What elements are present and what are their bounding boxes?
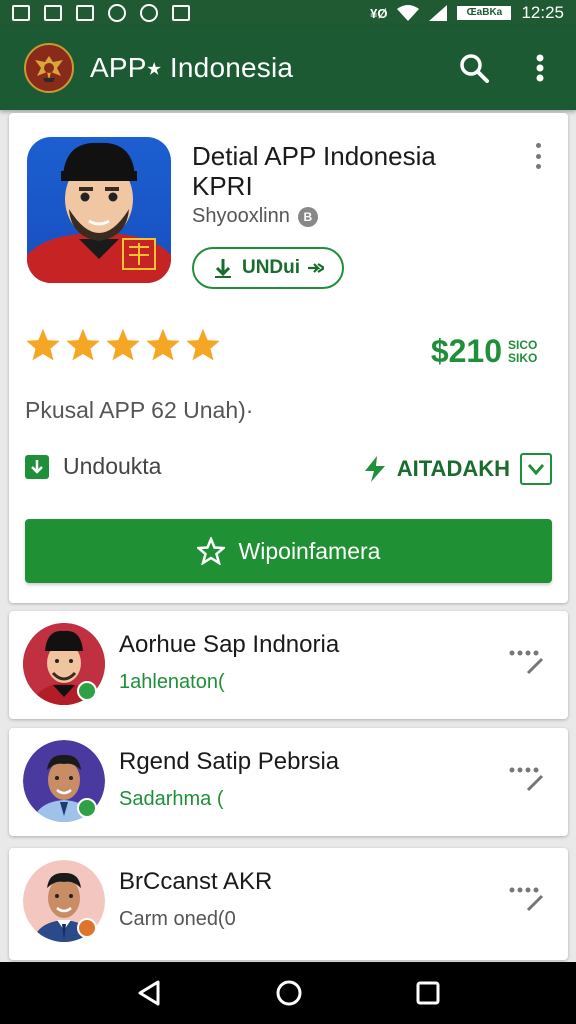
list-item-subtitle: 1ahlenaton( (119, 671, 225, 693)
edit-icon[interactable] (506, 878, 546, 918)
list-item-title: Rgend Satip Pebrsia (119, 748, 340, 775)
target-icon (108, 4, 126, 22)
app-icon (27, 137, 171, 283)
list-item[interactable]: Rgend Satip Pebrsia Sadarhma ( (9, 728, 568, 836)
bolt-icon (364, 456, 385, 482)
recents-icon[interactable] (416, 981, 440, 1005)
status-bar: ¥Ø ŒaBKa 12:25 (0, 0, 576, 26)
photo-icon (76, 5, 94, 21)
back-icon[interactable] (136, 979, 162, 1007)
category-tag-label: AITADAKH (396, 456, 510, 481)
signal-icon (429, 5, 448, 21)
system-nav-bar (0, 962, 576, 1024)
shield-icon (172, 5, 190, 21)
list-item[interactable]: Aorhue Sap Indnoria 1ahlenaton( (9, 611, 568, 719)
list-item-title: Aorhue Sap Indnoria (119, 631, 340, 658)
star-icon (26, 328, 60, 361)
whatsapp-icon (140, 4, 158, 22)
more-vert-icon[interactable] (522, 50, 558, 86)
edit-icon[interactable] (506, 641, 546, 681)
star-icon (106, 328, 140, 361)
primary-action-button[interactable]: Wipoinfamera (25, 519, 552, 583)
list-item-title: BrCcanst AKR (119, 868, 273, 895)
network-indicator: ¥Ø (370, 5, 388, 21)
download-pill-label: UNDui (241, 257, 301, 278)
download-pill-button[interactable]: UNDui (192, 247, 344, 289)
chevron-down-icon[interactable] (520, 453, 552, 485)
star-outline-icon (196, 537, 225, 565)
tablet-icon (44, 5, 62, 21)
download-row[interactable]: Undoukta (25, 453, 161, 480)
verified-badge-icon: B (297, 206, 318, 227)
more-vert-icon[interactable] (528, 143, 548, 169)
home-icon[interactable] (275, 979, 303, 1007)
app-detail-title: Detial APP Indonesia KPRI (192, 141, 436, 201)
list-item-subtitle: Sadarhma ( (119, 788, 224, 810)
status-notification-icons (12, 4, 190, 22)
star-icon (146, 328, 180, 361)
edit-icon[interactable] (506, 758, 546, 798)
download-label: Undoukta (63, 453, 162, 479)
status-badge (77, 798, 97, 818)
app-title: APP⭑ Indonesia (90, 51, 294, 83)
arrow-icon (308, 263, 325, 273)
download-arrow-icon (214, 259, 231, 278)
star-icon (66, 328, 100, 361)
rating-stars (25, 327, 221, 363)
status-badge (77, 681, 97, 701)
price-subtext: SICO SIKO (508, 337, 538, 365)
category-tag[interactable]: AITADAKH (363, 453, 552, 485)
wifi-icon (397, 5, 420, 21)
star-icon (186, 328, 220, 361)
app-detail-card: Detial APP Indonesia KPRI Shyooxlinn B U… (9, 113, 568, 603)
list-item-subtitle: Carm oned(0 (119, 908, 236, 930)
status-time: 12:25 (521, 3, 564, 22)
primary-action-label: Wipoinfamera (238, 537, 381, 564)
image-icon (12, 5, 30, 21)
price-display: $210 SICO SIKO (431, 333, 550, 370)
developer-row[interactable]: Shyooxlinn B (192, 205, 318, 228)
app-subtitle: Pkusal APP 62 Unah)· (25, 397, 254, 423)
app-bar: APP⭑ Indonesia (0, 26, 576, 110)
garuda-logo-icon (24, 43, 74, 93)
download-icon (25, 454, 49, 479)
battery-indicator: ŒaBKa (457, 6, 512, 20)
search-icon[interactable] (456, 50, 492, 86)
list-item[interactable]: BrCcanst AKR Carm oned(0 (9, 848, 568, 960)
developer-name: Shyooxlinn (192, 205, 290, 227)
price-value: $210 (430, 333, 502, 369)
status-badge (77, 918, 97, 938)
